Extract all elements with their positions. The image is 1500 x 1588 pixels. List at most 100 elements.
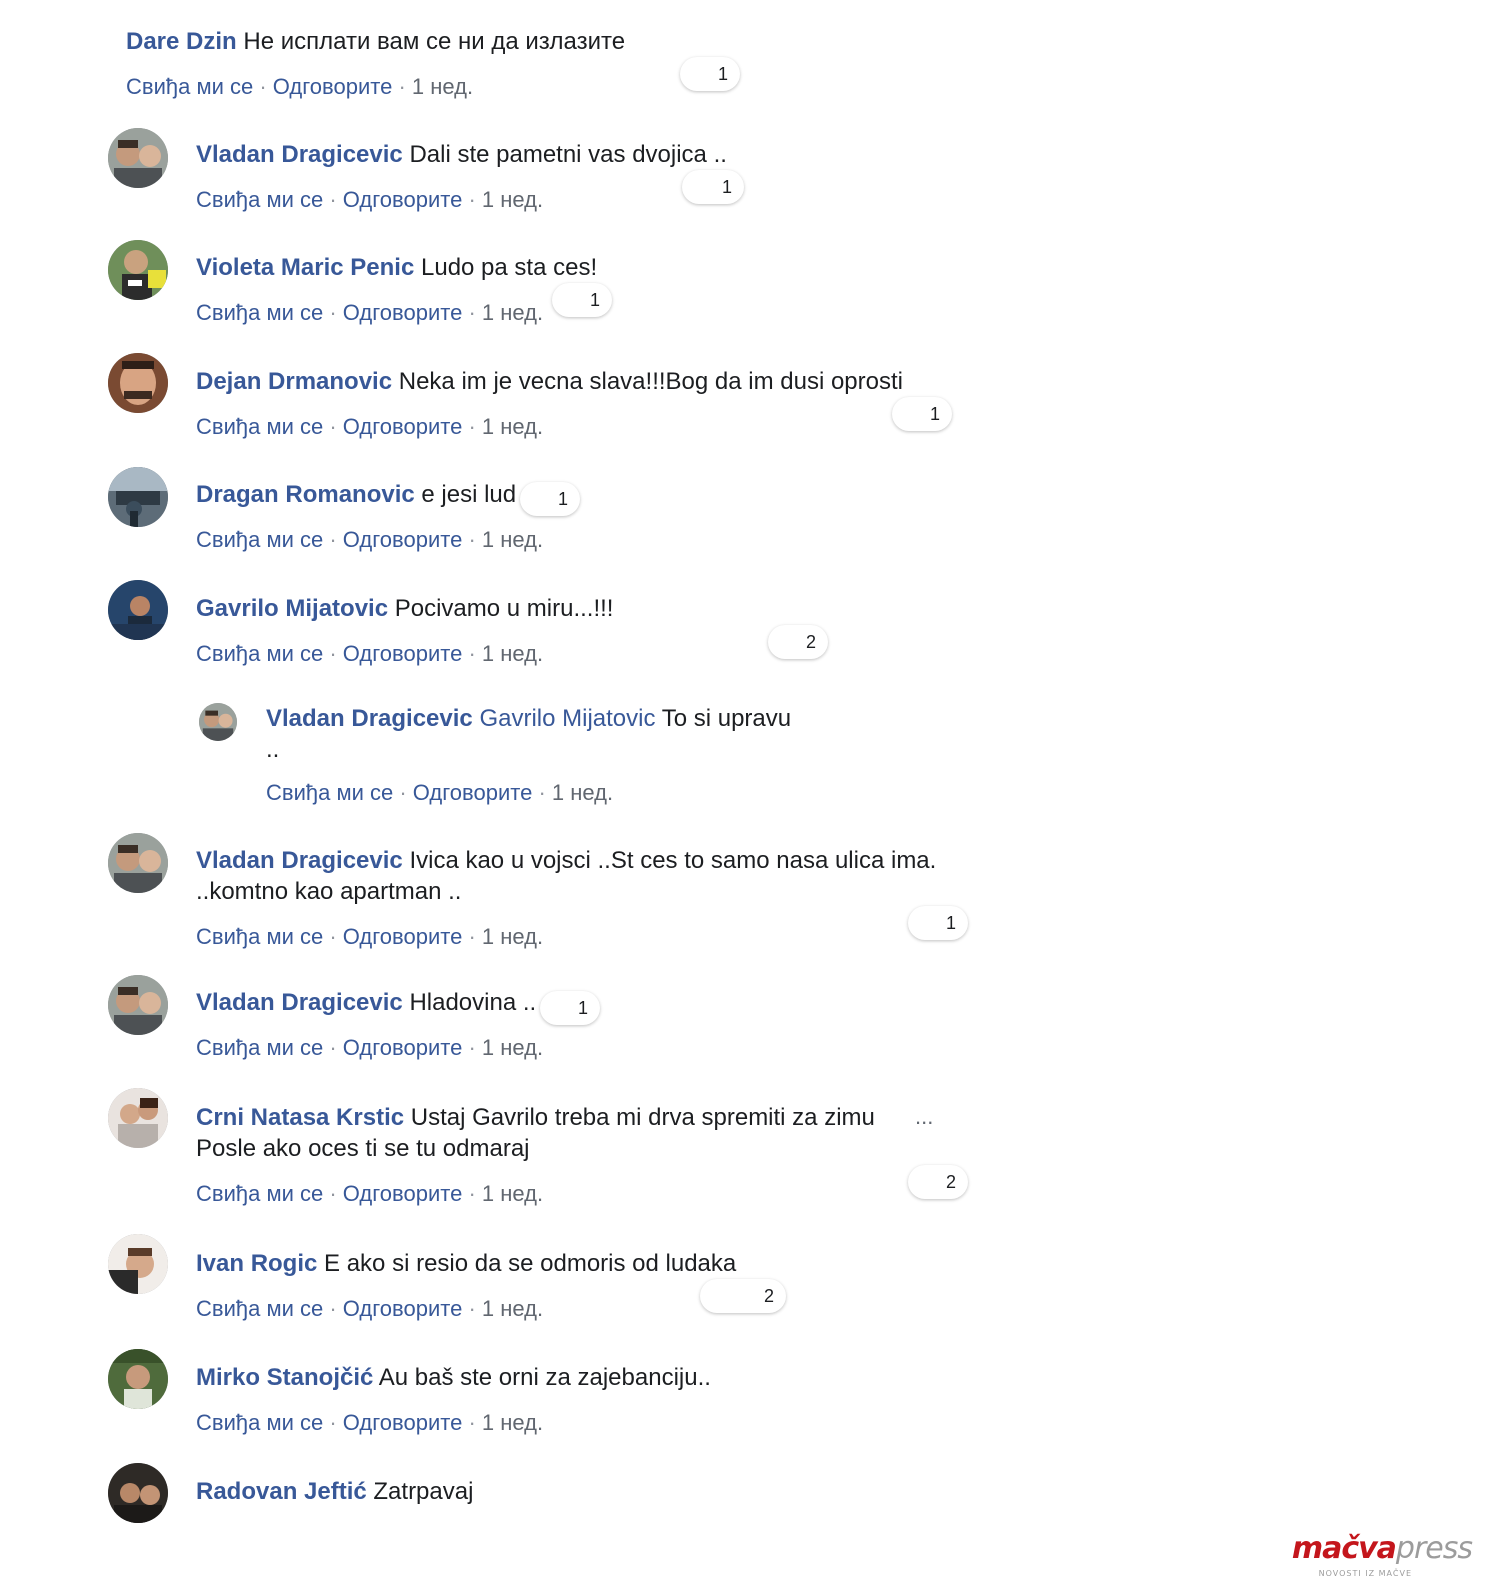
timestamp[interactable]: 1 нед.	[482, 527, 543, 552]
comment-text: ..	[266, 736, 280, 763]
reaction-count[interactable]: 2	[768, 625, 828, 659]
separator: ·	[329, 527, 337, 552]
comment-body: Vladan Dragicevic Dali ste pametni vas d…	[196, 139, 727, 214]
like-link[interactable]: Свиђа ми се	[196, 187, 323, 212]
comment-author[interactable]: Gavrilo Mijatovic	[196, 595, 388, 622]
like-link[interactable]: Свиђа ми се	[196, 527, 323, 552]
comment-author[interactable]: Vladan Dragicevic	[266, 705, 473, 732]
like-link[interactable]: Свиђа ми се	[196, 924, 323, 949]
separator: ·	[468, 1410, 476, 1435]
reaction-count[interactable]: 1	[680, 57, 740, 91]
comment-author[interactable]: Dragan Romanovic	[196, 481, 415, 508]
timestamp[interactable]: 1 нед.	[482, 414, 543, 439]
comment-body: Vladan Dragicevic Gavrilo Mijatovic To s…	[266, 703, 791, 807]
more-options-icon[interactable]: ...	[915, 1104, 933, 1130]
comment-body: Gavrilo Mijatovic Pocivamo u miru...!!! …	[196, 593, 613, 668]
comment-text: Ludo pa sta ces!	[421, 254, 598, 281]
reply-link[interactable]: Одговорите	[343, 641, 463, 666]
like-link[interactable]: Свиђа ми се	[196, 1410, 323, 1435]
reply-link[interactable]: Одговорите	[343, 527, 463, 552]
avatar[interactable]	[108, 833, 168, 893]
logo-tagline: NOVOSTI IZ MAČVE	[1318, 1569, 1412, 1578]
timestamp[interactable]: 1 нед.	[482, 1410, 543, 1435]
comment-text: Dali ste pametni vas dvojica ..	[409, 141, 727, 168]
timestamp[interactable]: 1 нед.	[482, 1296, 543, 1321]
comment-body: Mirko Stanojčić Au baš ste orni za zajeb…	[196, 1362, 711, 1437]
reaction-count[interactable]: 1	[540, 991, 600, 1025]
avatar[interactable]	[108, 240, 168, 300]
comment-author[interactable]: Crni Natasa Krstic	[196, 1104, 404, 1131]
avatar[interactable]	[108, 1088, 168, 1148]
avatar[interactable]	[108, 128, 168, 188]
reply-link[interactable]: Одговорите	[343, 1181, 463, 1206]
like-link[interactable]: Свиђа ми се	[126, 74, 253, 99]
comment-author[interactable]: Dare Dzin	[126, 28, 237, 55]
timestamp[interactable]: 1 нед.	[482, 300, 543, 325]
separator: ·	[329, 414, 337, 439]
avatar[interactable]	[108, 353, 168, 413]
reply-link[interactable]: Одговорите	[273, 74, 393, 99]
avatar[interactable]	[108, 1349, 168, 1409]
like-link[interactable]: Свиђа ми се	[196, 641, 323, 666]
comment-text: Не исплати вам се ни да излазите	[243, 28, 626, 55]
reaction-count[interactable]: 1	[892, 397, 952, 431]
comment-author[interactable]: Vladan Dragicevic	[196, 847, 403, 874]
reaction-count[interactable]: 1	[520, 482, 580, 516]
avatar[interactable]	[108, 1234, 168, 1294]
reaction-count[interactable]: 2	[700, 1279, 786, 1313]
timestamp[interactable]: 1 нед.	[482, 1181, 543, 1206]
comment-author[interactable]: Vladan Dragicevic	[196, 141, 403, 168]
timestamp[interactable]: 1 нед.	[482, 1035, 543, 1060]
mention-link[interactable]: Gavrilo Mijatovic	[479, 705, 655, 732]
avatar[interactable]	[108, 975, 168, 1035]
separator: ·	[468, 641, 476, 666]
reaction-count[interactable]: 1	[908, 906, 968, 940]
separator: ·	[468, 1296, 476, 1321]
comment-body: Dare Dzin Не исплати вам се ни да излази…	[126, 26, 625, 101]
separator: ·	[468, 527, 476, 552]
comment-author[interactable]: Ivan Rogic	[196, 1250, 317, 1277]
comment-author[interactable]: Radovan Jeftić	[196, 1478, 367, 1505]
timestamp[interactable]: 1 нед.	[482, 187, 543, 212]
comment-body: Radovan Jeftić Zatrpavaj	[196, 1476, 473, 1507]
avatar[interactable]	[199, 703, 237, 741]
comment-body: Crni Natasa Krstic Ustaj Gavrilo treba m…	[196, 1102, 875, 1208]
reaction-count[interactable]: 2	[908, 1165, 968, 1199]
separator: ·	[468, 300, 476, 325]
separator: ·	[468, 187, 476, 212]
comment-body: Vladan Dragicevic Hladovina .. Свиђа ми …	[196, 987, 543, 1062]
reaction-count[interactable]: 1	[552, 283, 612, 317]
comment-text: Posle ako oces ti se tu odmaraj	[196, 1135, 530, 1162]
comment-author[interactable]: Violeta Maric Penic	[196, 254, 414, 281]
like-link[interactable]: Свиђа ми се	[196, 1296, 323, 1321]
reply-link[interactable]: Одговорите	[343, 1410, 463, 1435]
comment-author[interactable]: Mirko Stanojčić	[196, 1364, 373, 1391]
like-link[interactable]: Свиђа ми се	[196, 414, 323, 439]
reply-link[interactable]: Одговорите	[343, 1035, 463, 1060]
comment-text: E ako si resio da se odmoris od ludaka	[324, 1250, 737, 1277]
reaction-count[interactable]: 1	[682, 170, 744, 204]
comment-text: e jesi lud	[421, 481, 517, 508]
reply-link[interactable]: Одговорите	[413, 780, 533, 805]
comment-author[interactable]: Vladan Dragicevic	[196, 989, 403, 1016]
timestamp[interactable]: 1 нед.	[412, 74, 473, 99]
like-link[interactable]: Свиђа ми се	[266, 780, 393, 805]
reply-link[interactable]: Одговорите	[343, 300, 463, 325]
reply-link[interactable]: Одговорите	[343, 414, 463, 439]
like-link[interactable]: Свиђа ми се	[196, 1035, 323, 1060]
avatar[interactable]	[108, 580, 168, 640]
like-link[interactable]: Свиђа ми се	[196, 1181, 323, 1206]
comment-author[interactable]: Dejan Drmanovic	[196, 368, 392, 395]
reply-link[interactable]: Одговорите	[343, 187, 463, 212]
timestamp[interactable]: 1 нед.	[482, 924, 543, 949]
timestamp[interactable]: 1 нед.	[482, 641, 543, 666]
separator: ·	[398, 74, 406, 99]
reply-link[interactable]: Одговорите	[343, 1296, 463, 1321]
separator: ·	[329, 1035, 337, 1060]
reply-link[interactable]: Одговорите	[343, 924, 463, 949]
avatar[interactable]	[108, 467, 168, 527]
timestamp[interactable]: 1 нед.	[552, 780, 613, 805]
like-link[interactable]: Свиђа ми се	[196, 300, 323, 325]
comment-text: Zatrpavaj	[373, 1478, 474, 1505]
avatar[interactable]	[108, 1463, 168, 1523]
